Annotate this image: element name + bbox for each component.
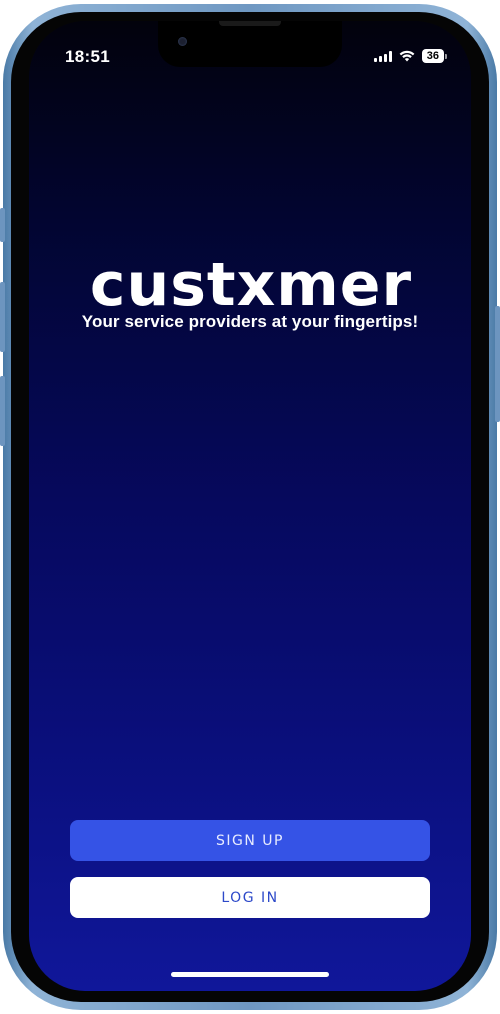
signup-button[interactable]: SIGN UP — [70, 820, 430, 861]
volume-up-button — [0, 282, 5, 352]
action-button — [0, 208, 5, 242]
home-indicator[interactable] — [171, 972, 329, 977]
app-screen: 18:51 36 custxmer Your service providers… — [29, 21, 471, 991]
battery-icon: 36 — [421, 49, 447, 63]
status-indicators: 36 — [373, 49, 447, 63]
camera-icon — [178, 37, 187, 46]
tagline: Your service providers at your fingertip… — [81, 312, 419, 331]
notch — [158, 21, 342, 67]
volume-down-button — [0, 376, 5, 446]
wifi-icon — [399, 50, 415, 62]
battery-level: 36 — [421, 49, 444, 63]
brand-logo: custxmer — [90, 257, 412, 317]
speaker — [219, 21, 281, 26]
cellular-signal-icon — [373, 50, 392, 62]
status-time: 18:51 — [65, 47, 110, 66]
login-button[interactable]: LOG IN — [70, 877, 430, 918]
logo-text: custxmer — [90, 257, 412, 317]
power-button — [495, 306, 500, 422]
